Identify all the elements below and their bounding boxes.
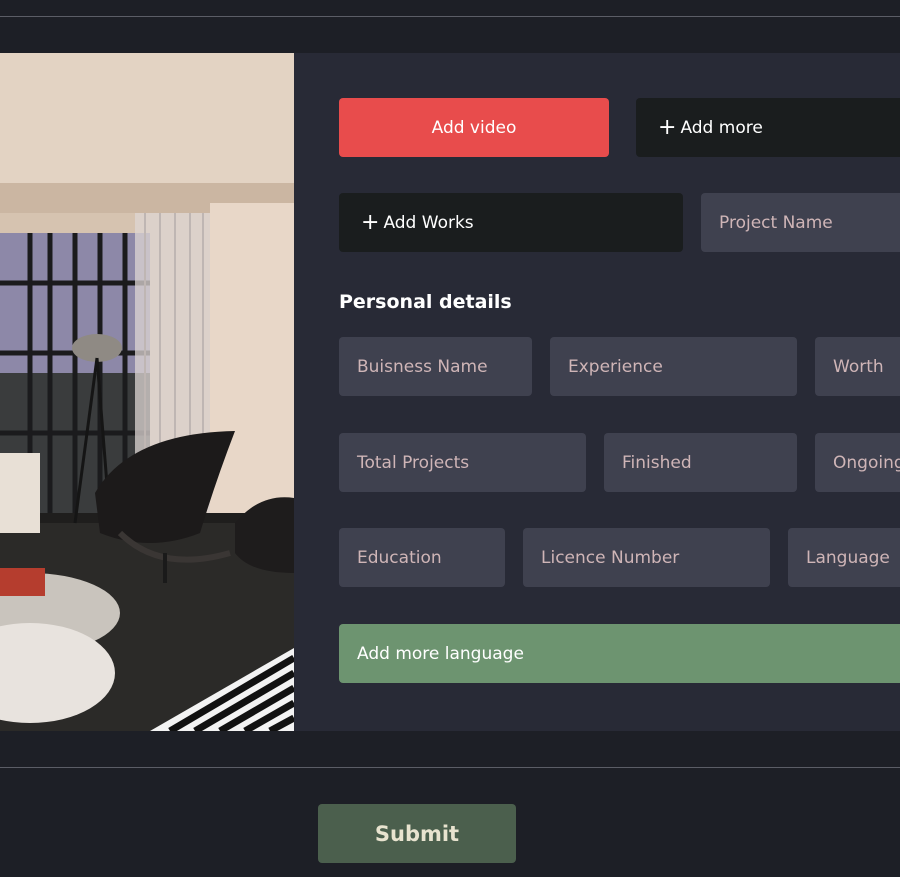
add-works-label: Add Works — [383, 212, 474, 233]
experience-placeholder: Experience — [568, 356, 663, 377]
worth-placeholder: Worth — [833, 356, 884, 377]
ongoing-input[interactable]: Ongoing — [815, 433, 900, 492]
add-video-label: Add video — [431, 117, 517, 138]
submit-button[interactable]: Submit — [318, 804, 516, 863]
project-name-input[interactable]: Project Name — [701, 193, 900, 252]
portfolio-panel: Add video + Add more + Add Works Project… — [0, 53, 900, 731]
licence-number-input[interactable]: Licence Number — [523, 528, 770, 587]
business-name-input[interactable]: Buisness Name — [339, 337, 532, 396]
finished-input[interactable]: Finished — [604, 433, 797, 492]
education-input[interactable]: Education — [339, 528, 505, 587]
add-video-button[interactable]: Add video — [339, 98, 609, 157]
education-placeholder: Education — [357, 547, 442, 568]
submit-label: Submit — [374, 821, 460, 846]
plus-icon: + — [658, 114, 677, 140]
worth-input[interactable]: Worth — [815, 337, 900, 396]
ongoing-placeholder: Ongoing — [833, 452, 900, 473]
finished-placeholder: Finished — [622, 452, 692, 473]
add-more-button[interactable]: + Add more — [636, 98, 900, 157]
language-placeholder: Language — [806, 547, 890, 568]
add-more-language-label: Add more language — [357, 643, 524, 664]
total-projects-placeholder: Total Projects — [357, 452, 470, 473]
project-name-placeholder: Project Name — [719, 212, 833, 233]
experience-input[interactable]: Experience — [550, 337, 797, 396]
licence-number-placeholder: Licence Number — [541, 547, 680, 568]
language-input[interactable]: Language — [788, 528, 900, 587]
bottom-divider — [0, 767, 900, 768]
personal-details-title: Personal details — [339, 291, 512, 313]
top-divider — [0, 16, 900, 17]
add-works-button[interactable]: + Add Works — [339, 193, 683, 252]
add-more-language-button[interactable]: Add more language — [339, 624, 900, 683]
total-projects-input[interactable]: Total Projects — [339, 433, 586, 492]
plus-icon: + — [361, 209, 380, 235]
interior-photo — [0, 53, 294, 731]
add-more-label: Add more — [680, 117, 763, 138]
business-name-placeholder: Buisness Name — [357, 356, 488, 377]
